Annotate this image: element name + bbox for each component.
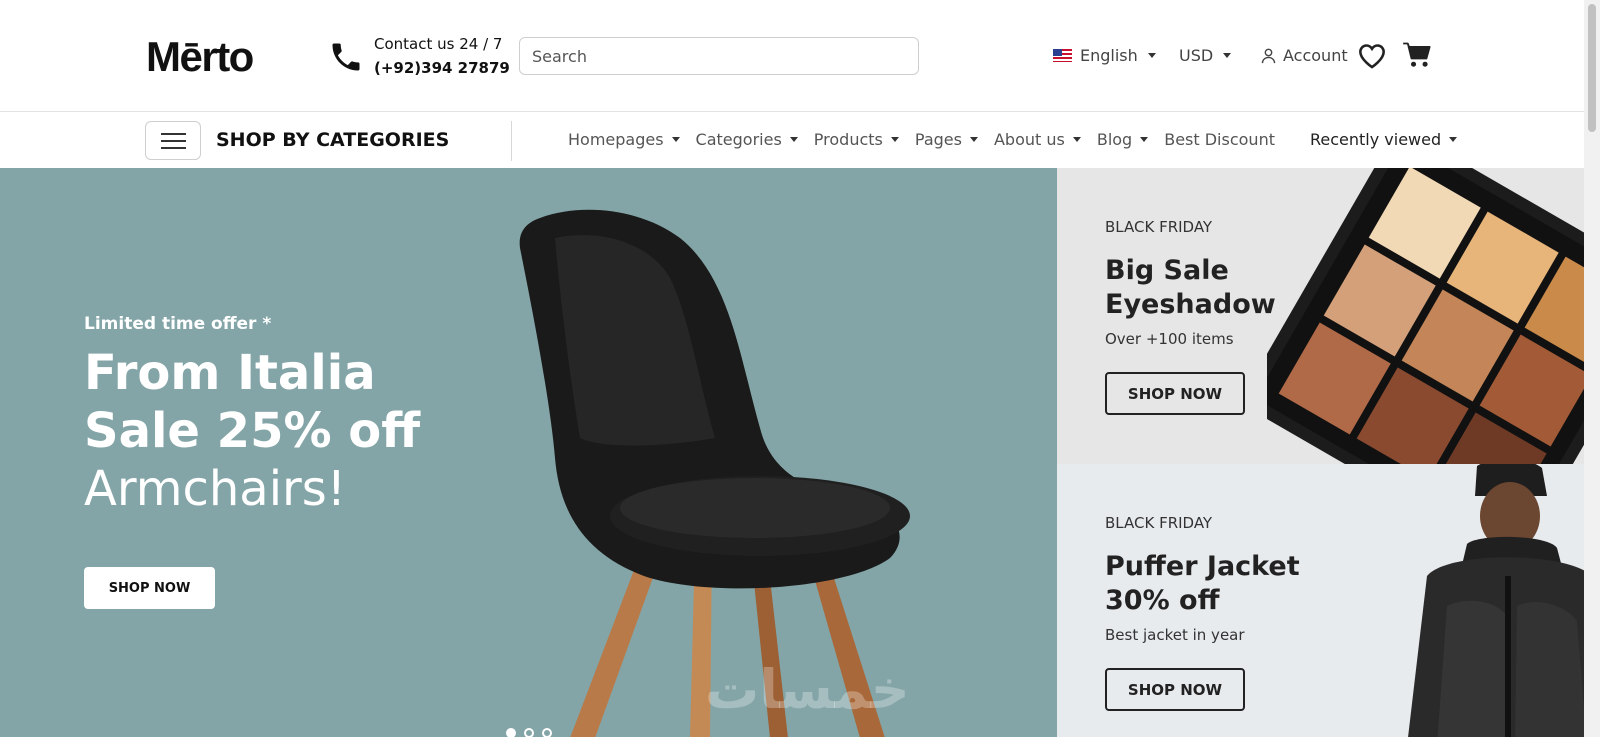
promo-kicker: BLACK FRIDAY (1105, 514, 1213, 532)
site-logo[interactable]: Mērto (146, 32, 254, 82)
promo-kicker: BLACK FRIDAY (1105, 218, 1213, 236)
nav-item-label: Best Discount (1164, 130, 1275, 149)
phone-icon (332, 43, 360, 71)
hero-title-line3: Armchairs! (84, 461, 347, 517)
top-header: Mērto Contact us 24 / 7 (+92)394 27879 E… (0, 0, 1584, 112)
nav-item-label: Blog (1096, 130, 1133, 149)
nav-item-label: Categories (695, 130, 782, 149)
promo-title-line2: Eyeshadow (1105, 289, 1276, 320)
contact-phone[interactable]: (+92)394 27879 (374, 59, 510, 77)
chevron-down-icon (890, 137, 899, 142)
scrollbar-thumb[interactable] (1588, 4, 1596, 132)
nav-item-categories[interactable]: Categories (696, 130, 798, 149)
user-icon (1261, 48, 1276, 63)
slider-dot-2[interactable] (524, 728, 534, 737)
contact-label: Contact us 24 / 7 (374, 35, 503, 53)
chevron-down-icon (1223, 53, 1232, 58)
hero-kicker: Limited time offer * (84, 314, 272, 334)
nav-item-pages[interactable]: Pages (915, 130, 978, 149)
slider-dot-1[interactable] (506, 728, 516, 737)
menu-line (161, 140, 186, 142)
chevron-down-icon (1449, 137, 1458, 142)
promo-shop-now-button[interactable]: SHOP NOW (1105, 668, 1245, 711)
promo-subtitle: Best jacket in year (1105, 626, 1245, 644)
nav-item-label: Pages (914, 130, 962, 149)
nav-item-products[interactable]: Products (814, 130, 899, 149)
promo-eyeshadow: BLACK FRIDAY Big Sale Eyeshadow Over +10… (1057, 168, 1584, 464)
currency-dropdown[interactable]: USD (1179, 46, 1232, 65)
hamburger-menu-button[interactable] (145, 121, 201, 160)
chevron-down-icon (1072, 137, 1081, 142)
promo-title-line1: Puffer Jacket (1105, 551, 1300, 582)
jacket-model-image (1408, 464, 1584, 737)
hero-slider: Limited time offer * From Italia Sale 25… (0, 168, 1057, 737)
page-scrollbar[interactable] (1584, 0, 1600, 737)
cart-icon[interactable] (1402, 41, 1432, 69)
account-link[interactable]: Account (1260, 46, 1348, 65)
nav-item-about-us[interactable]: About us (994, 130, 1081, 149)
promo-title-line1: Big Sale (1105, 255, 1229, 286)
promo-title-line2: 30% off (1105, 585, 1220, 616)
recently-viewed-dropdown[interactable]: Recently viewed (1310, 130, 1458, 149)
language-dropdown[interactable]: English (1053, 46, 1156, 65)
hero-shop-now-button[interactable]: SHOP NOW (84, 567, 215, 609)
watermark-text: خمسات (705, 658, 910, 721)
recently-viewed-label: Recently viewed (1310, 130, 1442, 149)
nav-item-label: Products (813, 130, 883, 149)
menu-line (161, 133, 186, 135)
language-label: English (1080, 46, 1138, 65)
main-nav: SHOP BY CATEGORIES Homepages Categories … (0, 112, 1584, 168)
chair-image (519, 209, 910, 737)
chevron-down-icon (789, 137, 798, 142)
shop-by-categories[interactable]: SHOP BY CATEGORIES (216, 129, 449, 151)
currency-label: USD (1179, 46, 1214, 65)
promo-puffer-jacket: BLACK FRIDAY Puffer Jacket 30% off Best … (1057, 464, 1584, 737)
nav-menu: Homepages Categories Products Pages Abou… (568, 130, 1291, 149)
heart-icon[interactable] (1358, 43, 1386, 69)
flag-us-icon (1053, 49, 1072, 62)
nav-item-best-discount[interactable]: Best Discount (1164, 130, 1275, 149)
chevron-down-icon (969, 137, 978, 142)
hero-title-line1: From Italia (84, 345, 376, 401)
nav-item-blog[interactable]: Blog (1096, 130, 1149, 149)
account-label: Account (1283, 46, 1348, 65)
chevron-down-icon (671, 137, 680, 142)
nav-item-label: About us (993, 130, 1065, 149)
hero-title-line2: Sale 25% off (84, 403, 421, 459)
promo-shop-now-button[interactable]: SHOP NOW (1105, 372, 1245, 415)
search-input[interactable] (519, 37, 919, 75)
chevron-down-icon (1140, 137, 1149, 142)
chevron-down-icon (1147, 53, 1156, 58)
menu-line (161, 147, 186, 149)
eyeshadow-palette-image (1267, 168, 1584, 464)
nav-divider (511, 121, 512, 161)
nav-item-label: Homepages (568, 130, 664, 149)
promo-subtitle: Over +100 items (1105, 330, 1234, 348)
nav-item-homepages[interactable]: Homepages (568, 130, 680, 149)
slider-pagination (506, 728, 552, 737)
slider-dot-3[interactable] (542, 728, 552, 737)
